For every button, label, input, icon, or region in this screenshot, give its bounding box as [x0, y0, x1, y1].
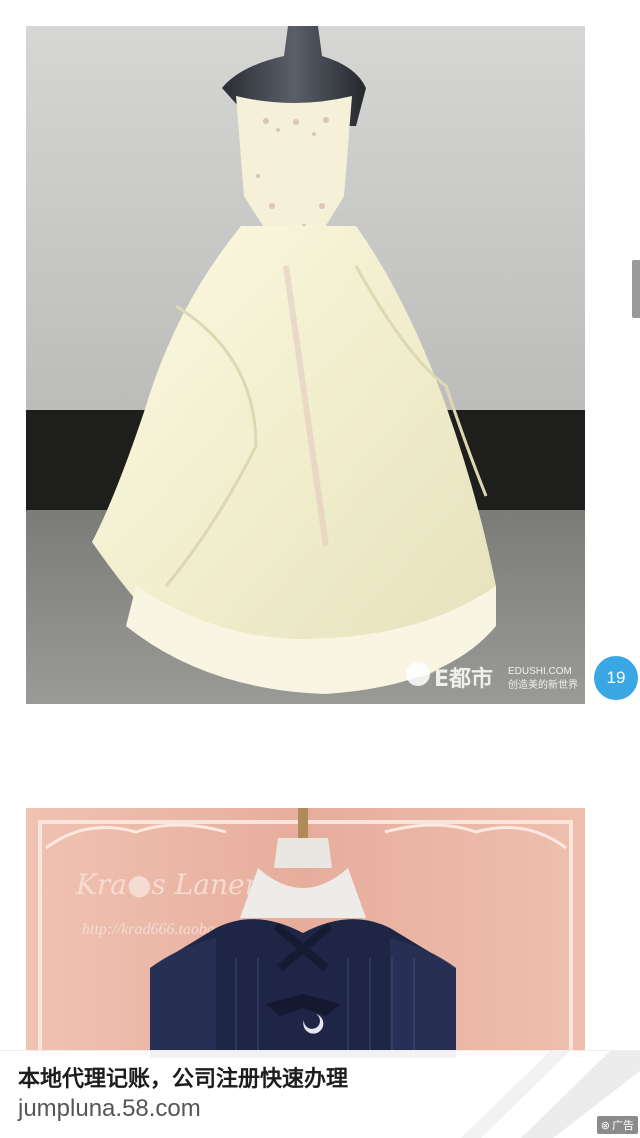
- ad-banner[interactable]: 本地代理记账，公司注册快速办理 jumpluna.58.com ⊗ 广告: [0, 1050, 640, 1138]
- ad-label-tag[interactable]: ⊗ 广告: [596, 1116, 638, 1134]
- ad-label: 广告: [612, 1119, 634, 1132]
- white-gown-image: E都市 EDUSHI.COM 创造美的新世界: [26, 26, 585, 704]
- navy-dress-image: Kra●s Lanere http://krad666.taobao.com: [26, 808, 585, 1058]
- watermark-site: EDUSHI.COM: [508, 666, 572, 677]
- white-gown-photo[interactable]: E都市 EDUSHI.COM 创造美的新世界: [26, 26, 585, 704]
- watermark-brand-2: Kra●s Lanere: [75, 868, 275, 901]
- watermark-brand: E都市: [434, 666, 493, 692]
- ad-title[interactable]: 本地代理记账，公司注册快速办理: [18, 1061, 348, 1093]
- ad-url[interactable]: jumpluna.58.com: [18, 1095, 201, 1123]
- scroll-indicator[interactable]: [632, 260, 640, 318]
- page-number-badge[interactable]: 19: [594, 656, 638, 700]
- close-icon[interactable]: ⊗: [601, 1120, 610, 1131]
- watermark-slogan: 创造美的新世界: [508, 678, 578, 691]
- navy-dress-photo[interactable]: Kra●s Lanere http://krad666.taobao.com: [26, 808, 585, 1058]
